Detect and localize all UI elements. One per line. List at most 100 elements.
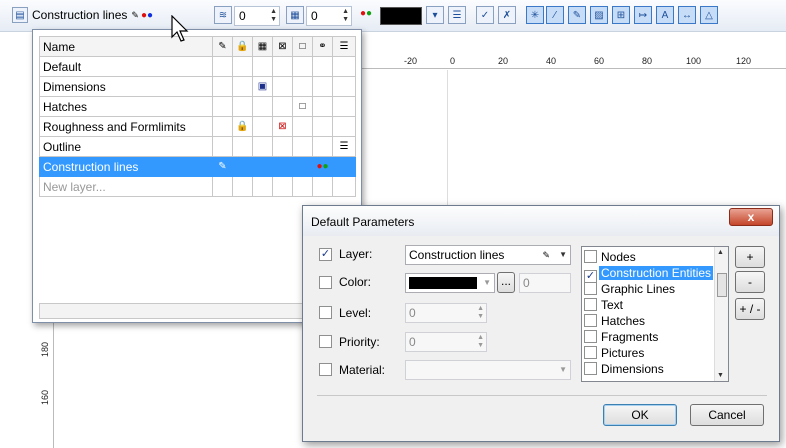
- color-swatch: [409, 277, 477, 289]
- main-toolbar: ▤ Construction lines ✎ ●● ≋ 0 ▲ ▼ ▦ 0 ▲ ▼ …: [0, 0, 786, 32]
- layer-row[interactable]: Hatches □: [39, 96, 356, 117]
- layer-name: Outline: [39, 136, 213, 157]
- level-checkbox[interactable]: [319, 306, 332, 319]
- ok-button[interactable]: OK: [603, 404, 677, 426]
- line-style-icon[interactable]: ✎: [218, 161, 226, 172]
- entity-checkbox[interactable]: [584, 362, 597, 375]
- snap-dimension-icon[interactable]: ↔: [678, 6, 696, 24]
- color-picker-button[interactable]: ...: [497, 272, 515, 293]
- linewidth-column-icon[interactable]: ☰: [332, 36, 356, 57]
- lock-column-icon[interactable]: 🔒: [232, 36, 253, 57]
- layer-row[interactable]: Roughness and Formlimits 🔒 ⊠: [39, 116, 356, 137]
- list-item[interactable]: Pictures: [584, 345, 646, 361]
- material-label: Material:: [339, 363, 386, 377]
- layer-selector[interactable]: Construction lines ✎ ●●: [32, 4, 170, 26]
- snap-fragment-icon[interactable]: ⊞: [612, 6, 630, 24]
- new-layer-row[interactable]: New layer...: [39, 176, 356, 197]
- layer-row[interactable]: Dimensions ▣: [39, 76, 356, 97]
- level-spin-field[interactable]: 0 ▲ ▼: [234, 6, 280, 26]
- layer-name: Construction lines: [39, 156, 213, 177]
- layer-row-selected[interactable]: Construction lines ✎ ●●: [39, 156, 356, 177]
- ruler-tick: 0: [450, 56, 456, 66]
- rgb-color-icon: ●●: [140, 9, 154, 21]
- properties-list-icon[interactable]: ☰: [448, 6, 466, 24]
- priority-spin-field[interactable]: 0 ▲ ▼: [306, 6, 352, 26]
- snap-extra-icon[interactable]: △: [700, 6, 718, 24]
- layers-icon[interactable]: ▤: [12, 7, 28, 23]
- rgb-color-icon[interactable]: ●●: [316, 161, 328, 172]
- ruler-vertical: 180 160: [40, 320, 54, 448]
- scroll-down-icon[interactable]: ▼: [717, 372, 724, 379]
- entity-checkbox[interactable]: [584, 298, 597, 311]
- snap-column-icon[interactable]: ⊠: [272, 36, 293, 57]
- line-style-column-icon[interactable]: ✎: [212, 36, 233, 57]
- chevron-down-icon: ▼: [483, 278, 491, 287]
- visibility-column-icon[interactable]: □: [292, 36, 313, 57]
- layer-selector-label: Construction lines: [32, 8, 128, 22]
- list-item[interactable]: Graphic Lines: [584, 281, 677, 297]
- layer-checkbox[interactable]: ✓: [319, 248, 332, 261]
- layer-select-value: Construction lines: [409, 248, 505, 262]
- add-button[interactable]: +: [735, 246, 765, 268]
- color-index-field[interactable]: 0: [519, 273, 571, 293]
- list-item[interactable]: Text: [584, 297, 625, 313]
- entity-checkbox[interactable]: [584, 330, 597, 343]
- monitor-icon[interactable]: ▣: [258, 81, 267, 92]
- entity-checkbox[interactable]: [584, 250, 597, 263]
- entity-checkbox[interactable]: [584, 282, 597, 295]
- material-checkbox[interactable]: [319, 363, 332, 376]
- thick-line-icon[interactable]: ☰: [340, 141, 349, 152]
- dialog-titlebar[interactable]: Default Parameters x: [303, 206, 779, 236]
- priority-checkbox[interactable]: [319, 335, 332, 348]
- color-swatch-button[interactable]: [380, 7, 422, 25]
- level-spin-arrows[interactable]: ▲ ▼: [477, 305, 484, 321]
- toggle-button[interactable]: + / -: [735, 298, 765, 320]
- snap-check-icon[interactable]: ✓: [476, 6, 494, 24]
- no-snap-icon[interactable]: ⊠: [278, 121, 286, 132]
- list-item[interactable]: ✓ Construction Entities: [584, 265, 714, 283]
- scroll-thumb[interactable]: [717, 273, 727, 297]
- list-item[interactable]: Dimensions: [584, 361, 666, 377]
- hidden-box-icon[interactable]: □: [299, 101, 305, 112]
- priority-spin-arrows[interactable]: ▲ ▼: [342, 8, 349, 24]
- color-select[interactable]: ▼: [405, 273, 495, 293]
- snap-node-icon[interactable]: ✳: [526, 6, 544, 24]
- ruler-tick: 40: [546, 56, 557, 66]
- level-spin-field[interactable]: 0 ▲ ▼: [405, 303, 487, 323]
- list-item[interactable]: Nodes: [584, 249, 638, 265]
- level-spin-arrows[interactable]: ▲ ▼: [270, 8, 277, 24]
- snap-cross-icon[interactable]: ✗: [498, 6, 516, 24]
- priority-value: 0: [409, 335, 416, 349]
- material-select[interactable]: ▼: [405, 360, 571, 380]
- snap-line-icon[interactable]: ⁄: [546, 6, 564, 24]
- dialog-title: Default Parameters: [311, 215, 415, 229]
- close-button[interactable]: x: [729, 208, 773, 226]
- layer-select[interactable]: Construction lines ✎ ▼: [405, 245, 571, 265]
- layer-name: Default: [39, 56, 213, 77]
- snap-edit-icon[interactable]: ✎: [568, 6, 586, 24]
- print-column-icon[interactable]: ▦: [252, 36, 273, 57]
- entity-checkbox[interactable]: [584, 314, 597, 327]
- color-checkbox[interactable]: [319, 276, 332, 289]
- layer-row[interactable]: Default: [39, 56, 356, 77]
- level-icon: ≋: [214, 6, 232, 24]
- ruler-tick: 120: [736, 56, 752, 66]
- dropdown-filter-icon[interactable]: ▾: [426, 6, 444, 24]
- layer-table: Name ✎ 🔒 ▦ ⊠ □ ⚭ ☰ Default Dimensions ▣ …: [39, 36, 356, 197]
- priority-spin-arrows[interactable]: ▲ ▼: [477, 334, 484, 350]
- entity-checkbox[interactable]: [584, 346, 597, 359]
- list-item[interactable]: Fragments: [584, 329, 660, 345]
- cancel-button[interactable]: Cancel: [690, 404, 764, 426]
- priority-spin-field[interactable]: 0 ▲ ▼: [405, 332, 487, 352]
- scroll-up-icon[interactable]: ▲: [717, 249, 724, 256]
- lock-icon[interactable]: 🔒: [236, 121, 248, 132]
- remove-button[interactable]: -: [735, 271, 765, 293]
- list-item[interactable]: Hatches: [584, 313, 647, 329]
- snap-text-icon[interactable]: A: [656, 6, 674, 24]
- snap-arrow-icon[interactable]: ↦: [634, 6, 652, 24]
- color-column-icon[interactable]: ⚭: [312, 36, 333, 57]
- layer-row[interactable]: Outline ☰: [39, 136, 356, 157]
- snap-hatch-icon[interactable]: ▨: [590, 6, 608, 24]
- entity-type-list[interactable]: Nodes ✓ Construction Entities Graphic Lin…: [581, 246, 729, 382]
- entity-list-scrollbar[interactable]: ▲ ▼: [714, 247, 728, 381]
